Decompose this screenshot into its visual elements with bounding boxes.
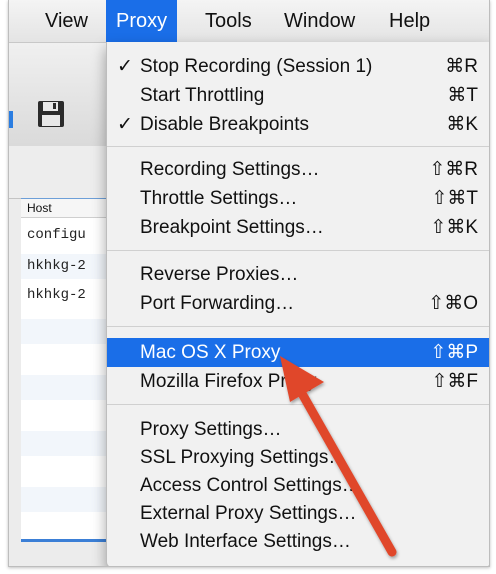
menu-bar: View Proxy Tools Window Help bbox=[9, 0, 489, 43]
menu-item-label: Port Forwarding… bbox=[140, 293, 295, 314]
menu-item-label: Recording Settings… bbox=[140, 159, 320, 180]
menu-tools[interactable]: Tools bbox=[195, 0, 262, 42]
menu-item-ssl-proxying-settings[interactable]: SSL Proxying Settings… bbox=[107, 443, 489, 472]
menu-item-proxy-settings[interactable]: Proxy Settings… bbox=[107, 415, 489, 444]
menu-item-access-control-settings[interactable]: Access Control Settings… bbox=[107, 471, 489, 500]
menu-separator bbox=[107, 146, 489, 147]
menu-help[interactable]: Help bbox=[379, 0, 440, 42]
menu-item-shortcut: ⇧⌘F bbox=[431, 371, 478, 392]
proxy-menu-dropdown: ✓ Stop Recording (Session 1) ⌘R Start Th… bbox=[106, 42, 489, 566]
menu-item-port-forwarding[interactable]: Port Forwarding… ⇧⌘O bbox=[107, 289, 489, 318]
menu-item-mac-os-x-proxy[interactable]: Mac OS X Proxy ⇧⌘P bbox=[107, 338, 489, 367]
menu-item-label: Web Interface Settings… bbox=[140, 531, 351, 552]
menu-item-shortcut: ⌘T bbox=[447, 85, 478, 106]
menu-item-label: Disable Breakpoints bbox=[140, 114, 309, 135]
menu-item-shortcut: ⇧⌘P bbox=[430, 342, 478, 363]
checkmark-icon: ✓ bbox=[117, 114, 133, 135]
menu-item-label: Mac OS X Proxy bbox=[140, 342, 281, 363]
menu-item-label: Breakpoint Settings… bbox=[140, 217, 324, 238]
menu-item-reverse-proxies[interactable]: Reverse Proxies… bbox=[107, 260, 489, 289]
menu-item-label: Mozilla Firefox Proxy bbox=[140, 371, 317, 392]
menu-item-stop-recording[interactable]: ✓ Stop Recording (Session 1) ⌘R bbox=[107, 52, 489, 81]
menu-item-mozilla-firefox-proxy[interactable]: Mozilla Firefox Proxy ⇧⌘F bbox=[107, 367, 489, 396]
menu-item-shortcut: ⌘K bbox=[446, 114, 478, 135]
menu-item-label: Access Control Settings… bbox=[140, 475, 361, 496]
menu-item-shortcut: ⇧⌘T bbox=[431, 188, 478, 209]
menu-item-shortcut: ⇧⌘R bbox=[429, 159, 478, 180]
menu-item-shortcut: ⇧⌘O bbox=[428, 293, 478, 314]
menu-item-label: External Proxy Settings… bbox=[140, 503, 357, 524]
menu-item-external-proxy-settings[interactable]: External Proxy Settings… bbox=[107, 499, 489, 528]
menu-view[interactable]: View bbox=[35, 0, 98, 42]
menu-window[interactable]: Window bbox=[274, 0, 365, 42]
menu-item-label: Throttle Settings… bbox=[140, 188, 298, 209]
menu-item-recording-settings[interactable]: Recording Settings… ⇧⌘R bbox=[107, 155, 489, 184]
menu-item-label: Stop Recording (Session 1) bbox=[140, 56, 373, 77]
menu-separator bbox=[107, 326, 489, 327]
menu-item-throttle-settings[interactable]: Throttle Settings… ⇧⌘T bbox=[107, 184, 489, 213]
toolbar-button-edge[interactable] bbox=[9, 111, 13, 128]
menu-item-label: Start Throttling bbox=[140, 85, 265, 106]
menu-item-label: Proxy Settings… bbox=[140, 419, 282, 440]
menu-separator bbox=[107, 250, 489, 251]
menu-item-shortcut: ⇧⌘K bbox=[430, 217, 478, 238]
menu-item-disable-breakpoints[interactable]: ✓ Disable Breakpoints ⌘K bbox=[107, 110, 489, 139]
menu-item-web-interface-settings[interactable]: Web Interface Settings… bbox=[107, 527, 489, 556]
menu-item-label: Reverse Proxies… bbox=[140, 264, 299, 285]
checkmark-icon: ✓ bbox=[117, 56, 133, 77]
menu-item-start-throttling[interactable]: Start Throttling ⌘T bbox=[107, 81, 489, 110]
menu-item-label: SSL Proxying Settings… bbox=[140, 447, 348, 468]
menu-separator bbox=[107, 404, 489, 405]
menu-item-shortcut: ⌘R bbox=[445, 56, 478, 77]
menu-proxy[interactable]: Proxy bbox=[106, 0, 178, 42]
menu-item-breakpoint-settings[interactable]: Breakpoint Settings… ⇧⌘K bbox=[107, 213, 489, 242]
floppy-disk-icon[interactable] bbox=[37, 100, 65, 133]
app-window: View Proxy Tools Window Help Host config… bbox=[8, 0, 490, 567]
